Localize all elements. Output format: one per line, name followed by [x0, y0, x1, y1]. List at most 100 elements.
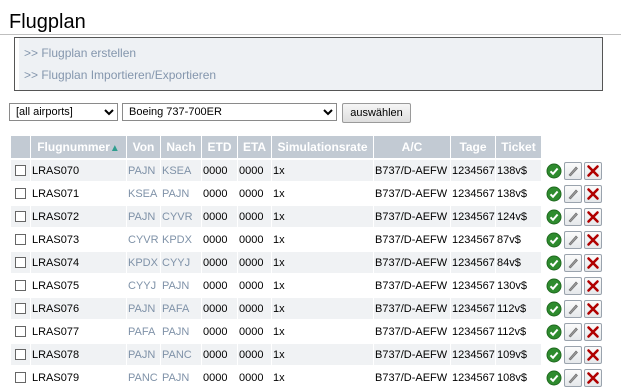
check-icon[interactable] — [546, 324, 562, 340]
cell-etd: 0000 — [202, 321, 237, 342]
edit-button[interactable] — [564, 207, 582, 226]
cell-etd: 0000 — [202, 206, 237, 227]
column-header-etd[interactable]: ETD — [202, 136, 237, 158]
table-header-row: Flugnummer▲ Von Nach ETD ETA Simulations… — [11, 136, 606, 158]
row-actions — [542, 275, 606, 296]
row-checkbox[interactable] — [15, 234, 26, 246]
table-row: LRAS073 CYVR KPDX 0000 0000 1x B737/D-AEFW 1234… — [11, 229, 606, 250]
cell-etd: 0000 — [202, 183, 237, 204]
check-icon[interactable] — [546, 370, 562, 386]
menu-left-border — [15, 38, 19, 90]
edit-button[interactable] — [564, 253, 582, 272]
check-icon[interactable] — [546, 163, 562, 179]
edit-button[interactable] — [564, 322, 582, 341]
check-icon[interactable] — [546, 255, 562, 271]
edit-button[interactable] — [564, 184, 582, 203]
cell-ac: B737/D-AEFW — [374, 252, 450, 273]
table-row: LRAS079 PANC PAJN 0000 0000 1x B737/D-AEFW 1234… — [11, 367, 606, 388]
cell-ac: B737/D-AEFW — [374, 344, 450, 365]
row-action-icons — [543, 184, 606, 203]
edit-button[interactable] — [564, 299, 582, 318]
check-icon[interactable] — [546, 347, 562, 363]
delete-button[interactable] — [584, 230, 602, 249]
row-select-cell — [11, 183, 30, 204]
delete-button[interactable] — [584, 253, 602, 272]
column-header-simulationsrate[interactable]: Simulationsrate — [272, 136, 373, 158]
column-header-ac[interactable]: A/C — [374, 136, 450, 158]
cell-to: PAFA — [161, 298, 201, 319]
delete-button[interactable] — [584, 345, 602, 364]
cell-ac: B737/D-AEFW — [374, 206, 450, 227]
row-checkbox[interactable] — [15, 280, 26, 292]
row-checkbox[interactable] — [15, 326, 26, 338]
delete-button[interactable] — [584, 184, 602, 203]
cell-flight: LRAS079 — [31, 367, 126, 388]
row-checkbox[interactable] — [15, 349, 26, 361]
delete-button[interactable] — [584, 207, 602, 226]
import-export-link[interactable]: >> Flugplan Importieren/Exportieren — [24, 68, 216, 82]
edit-button[interactable] — [564, 345, 582, 364]
cell-rate: 1x — [272, 229, 373, 250]
table-row: LRAS078 PAJN PANC 0000 0000 1x B737/D-AEFW 1234… — [11, 344, 606, 365]
column-header-tage[interactable]: Tage — [451, 136, 495, 158]
cell-to: PAJN — [161, 367, 201, 388]
edit-button[interactable] — [564, 161, 582, 180]
cell-days: 1234567 — [451, 367, 495, 388]
check-icon[interactable] — [546, 278, 562, 294]
cell-flight: LRAS070 — [31, 160, 126, 181]
column-header-nach[interactable]: Nach — [161, 136, 201, 158]
check-icon[interactable] — [546, 301, 562, 317]
row-checkbox[interactable] — [15, 165, 26, 177]
edit-button[interactable] — [564, 368, 582, 387]
cell-from: CYVR — [127, 229, 160, 250]
row-checkbox[interactable] — [15, 211, 26, 223]
cell-eta: 0000 — [238, 160, 271, 181]
delete-button[interactable] — [584, 322, 602, 341]
delete-button[interactable] — [584, 161, 602, 180]
edit-button[interactable] — [564, 230, 582, 249]
delete-button[interactable] — [584, 368, 602, 387]
row-actions — [542, 183, 606, 204]
delete-icon — [587, 187, 599, 200]
column-header-von[interactable]: Von — [127, 136, 160, 158]
airport-select[interactable]: [all airports] — [9, 103, 118, 121]
cell-to: CYYJ — [161, 252, 201, 273]
column-header-eta[interactable]: ETA — [238, 136, 271, 158]
edit-icon — [568, 304, 578, 314]
row-checkbox[interactable] — [15, 303, 26, 315]
row-action-icons — [543, 276, 606, 295]
cell-ac: B737/D-AEFW — [374, 183, 450, 204]
column-header-flugnummer[interactable]: Flugnummer▲ — [31, 136, 126, 158]
edit-button[interactable] — [564, 276, 582, 295]
cell-from: PAJN — [127, 160, 160, 181]
cell-etd: 0000 — [202, 344, 237, 365]
select-column-header — [11, 136, 30, 158]
cell-rate: 1x — [272, 344, 373, 365]
cell-to: KPDX — [161, 229, 201, 250]
aircraft-select[interactable]: Boeing 737-700ER — [122, 103, 337, 121]
row-checkbox[interactable] — [15, 372, 26, 384]
check-icon[interactable] — [546, 186, 562, 202]
create-flightplan-link[interactable]: >> Flugplan erstellen — [24, 46, 136, 60]
row-select-cell — [11, 160, 30, 181]
select-button[interactable]: auswählen — [342, 103, 411, 123]
check-icon[interactable] — [546, 209, 562, 225]
cell-days: 1234567 — [451, 252, 495, 273]
cell-to: PAJN — [161, 321, 201, 342]
cell-from: PAJN — [127, 298, 160, 319]
row-action-icons — [543, 253, 606, 272]
delete-button[interactable] — [584, 299, 602, 318]
edit-icon — [568, 350, 578, 360]
row-select-cell — [11, 252, 30, 273]
cell-etd: 0000 — [202, 252, 237, 273]
cell-from: KSEA — [127, 183, 160, 204]
row-checkbox[interactable] — [15, 188, 26, 200]
delete-icon — [587, 325, 599, 338]
row-actions — [542, 344, 606, 365]
row-checkbox[interactable] — [15, 257, 26, 269]
edit-icon — [568, 166, 578, 176]
check-icon[interactable] — [546, 232, 562, 248]
column-header-ticket[interactable]: Ticket — [496, 136, 541, 158]
cell-rate: 1x — [272, 298, 373, 319]
delete-button[interactable] — [584, 276, 602, 295]
